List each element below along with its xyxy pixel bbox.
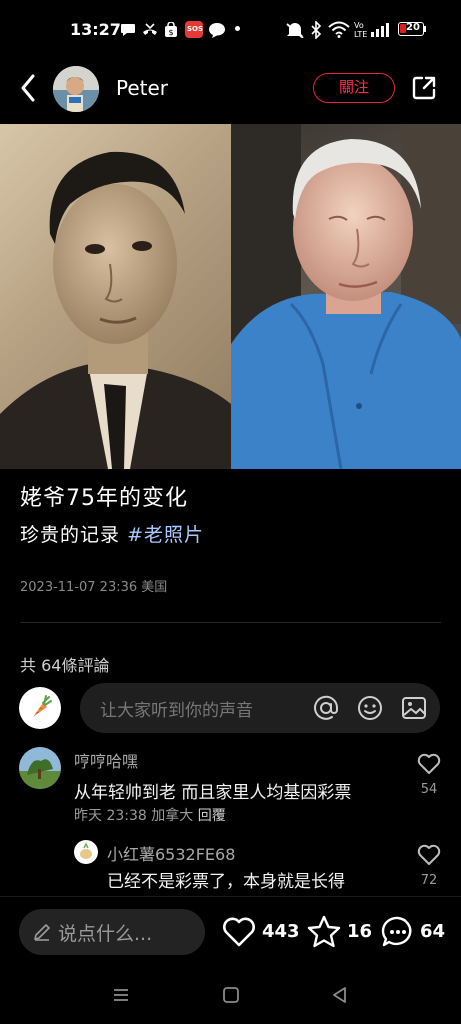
comment-avatar[interactable] (19, 747, 61, 789)
like-count: 443 (262, 921, 300, 942)
svg-text:$: $ (168, 28, 173, 37)
favorite-count: 16 (347, 921, 373, 942)
reply-like-count: 72 (420, 873, 438, 888)
battery-level: 20 (406, 22, 420, 33)
wifi-icon (328, 21, 350, 38)
reply-author[interactable]: 小红薯6532FE68 (107, 841, 235, 865)
sos-app-icon: SOS (185, 21, 203, 38)
comment-total-count: 64 (420, 921, 446, 942)
volte-indicator: Vo LTE (354, 21, 368, 39)
status-time: 13:27 (70, 20, 121, 39)
battery-tip (424, 26, 426, 32)
shopping-bag-icon: $ (165, 22, 177, 37)
post-photo-young[interactable] (0, 124, 231, 469)
back-arrow-icon[interactable] (16, 72, 42, 104)
author-name[interactable]: Peter (116, 76, 168, 100)
comment-text[interactable]: 从年轻帅到老 而且家里人均基因彩票 (74, 778, 351, 803)
post-hashtag-link[interactable]: #老照片 (127, 524, 204, 546)
reply-avatar[interactable] (74, 840, 98, 864)
reply-like-icon[interactable] (416, 843, 442, 867)
landscape-avatar-icon (19, 747, 61, 789)
missed-call-icon (143, 23, 157, 35)
comment-bubble-icon[interactable] (380, 914, 416, 950)
like-heart-icon[interactable] (221, 915, 257, 949)
emoji-icon[interactable] (357, 695, 383, 721)
battery-icon: 20 (398, 22, 424, 36)
elderly-man-portrait-image (231, 124, 461, 469)
mute-icon (286, 23, 304, 38)
comment-reply-button[interactable]: 回覆 (198, 808, 226, 824)
sos-badge-text: SOS (187, 25, 204, 33)
comment-input-placeholder[interactable]: 让大家听到你的声音 (100, 696, 253, 721)
follow-button[interactable]: 關注 (313, 73, 395, 103)
post-description: 珍贵的记录 #老照片 (20, 520, 204, 547)
pencil-icon (34, 924, 50, 941)
potato-avatar-icon (80, 842, 92, 859)
mention-icon[interactable] (313, 695, 339, 721)
comment-count-label: 共 64條評論 (20, 656, 110, 675)
avatar-child-photo-icon (53, 66, 99, 112)
post-photo-old[interactable] (231, 124, 461, 469)
recent-apps-icon[interactable] (112, 987, 130, 1003)
back-triangle-icon[interactable] (331, 986, 349, 1004)
author-avatar[interactable] (53, 66, 99, 112)
post-date-location: 2023-11-07 23:36 美国 (20, 580, 168, 595)
cellular-signal-icon (371, 23, 389, 37)
home-icon[interactable] (222, 986, 240, 1004)
post-description-text: 珍贵的记录 (20, 524, 121, 546)
say-something-placeholder[interactable]: 说点什么... (58, 919, 152, 946)
more-notifications-dot (235, 26, 240, 31)
share-icon[interactable] (410, 74, 438, 102)
young-man-portrait-image (0, 151, 231, 469)
status-bar: 13:27 $ SOS Vo LTE 20 (0, 0, 461, 60)
image-picker-icon[interactable] (401, 695, 427, 721)
reply-text[interactable]: 已经不是彩票了，本身就是长得 (107, 867, 345, 892)
post-title: 姥爷75年的变化 (20, 486, 188, 511)
current-user-avatar (19, 687, 61, 729)
message-icon (209, 23, 225, 38)
comment-like-icon[interactable] (416, 752, 442, 776)
chat-bubble-icon (121, 24, 135, 36)
comment-meta: 昨天 23:38 加拿大 回覆 (74, 805, 226, 825)
comment-date-location: 昨天 23:38 加拿大 (74, 808, 194, 824)
carrot-icon (33, 695, 52, 717)
bluetooth-icon (311, 21, 322, 39)
comment-author[interactable]: 哼哼哈嘿 (74, 748, 138, 772)
favorite-star-icon[interactable] (306, 914, 342, 950)
divider (20, 622, 441, 623)
comment-like-count: 54 (420, 782, 438, 797)
